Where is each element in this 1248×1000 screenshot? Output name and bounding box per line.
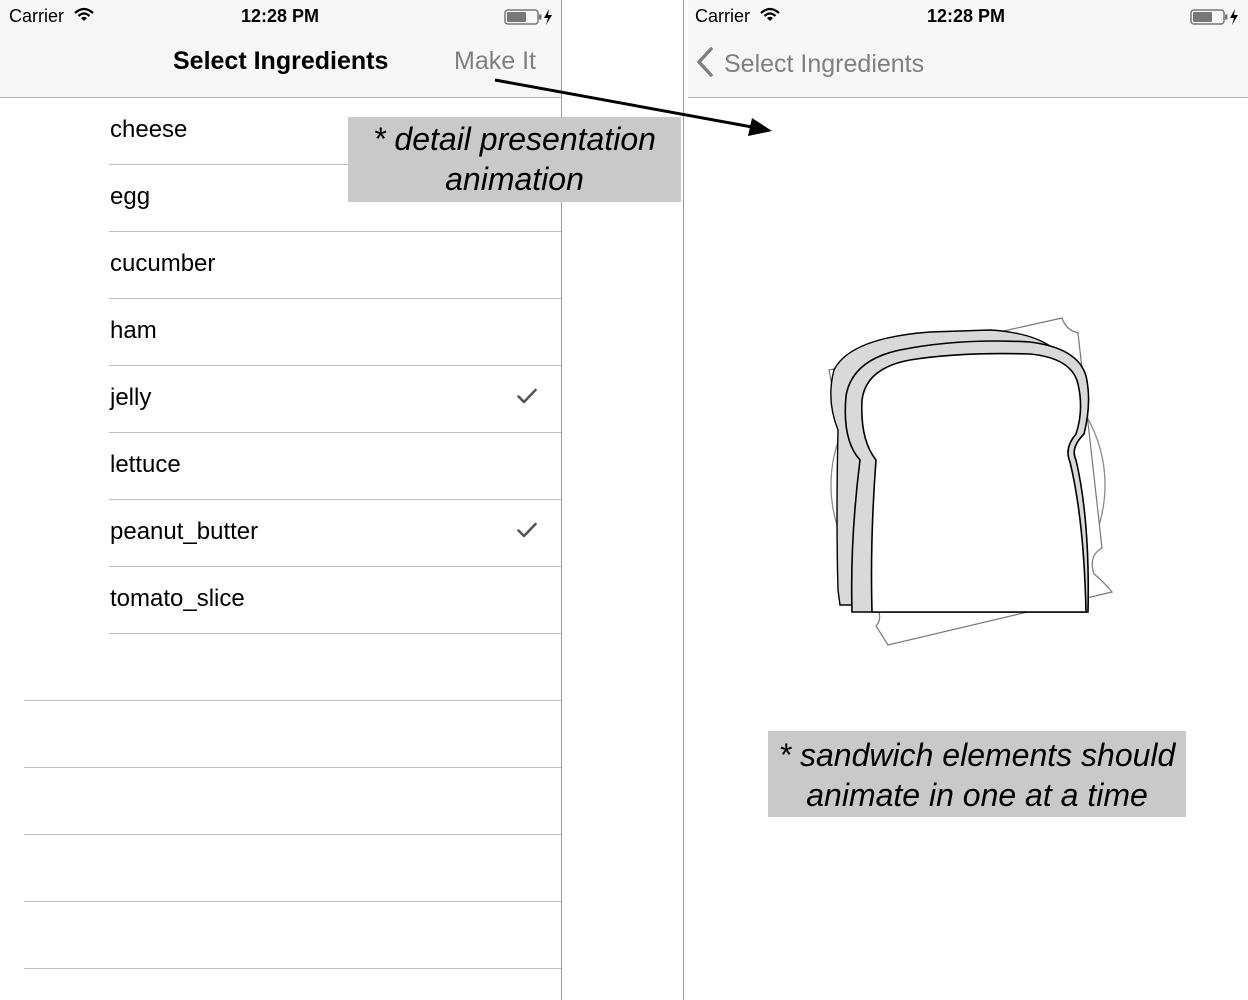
- ingredient-label: cheese: [110, 116, 188, 143]
- navigation-bar: Select Ingredients: [688, 34, 1248, 98]
- bread-front-shape: [860, 352, 1087, 613]
- empty-row: [24, 768, 561, 835]
- empty-row: [24, 701, 561, 768]
- ingredient-row[interactable]: tomato_slice: [109, 567, 561, 634]
- empty-row: [24, 634, 561, 701]
- ingredient-row[interactable]: jelly: [109, 366, 561, 433]
- ingredient-row[interactable]: lettuce: [109, 433, 561, 500]
- status-bar: Carrier 12:28 PM: [0, 0, 561, 34]
- chevron-left-icon: [696, 46, 714, 83]
- wifi-icon: [74, 7, 94, 28]
- ingredient-label: ham: [110, 317, 157, 344]
- status-time: 12:28 PM: [927, 6, 1006, 26]
- screen-divider: [683, 0, 684, 1000]
- ingredient-label: egg: [110, 183, 151, 210]
- checkmark-icon: [517, 522, 537, 543]
- battery-icon: [504, 8, 556, 31]
- status-bar: Carrier 12:28 PM: [688, 0, 1248, 34]
- make-it-button[interactable]: Make It: [454, 47, 536, 76]
- battery-icon: [1190, 8, 1242, 31]
- carrier-label: Carrier: [695, 6, 751, 26]
- empty-row: [24, 835, 561, 902]
- wifi-icon: [760, 7, 780, 28]
- sandwich-animation-note: * sandwich elements should animate in on…: [768, 731, 1186, 817]
- carrier-label: Carrier: [9, 6, 65, 26]
- ingredient-label: lettuce: [110, 451, 181, 478]
- empty-row: [24, 969, 561, 1000]
- ingredient-row[interactable]: cucumber: [109, 232, 561, 299]
- navigation-bar: Select Ingredients Make It: [0, 34, 561, 98]
- nav-title: Select Ingredients: [173, 47, 389, 75]
- ingredient-label: jelly: [110, 384, 152, 411]
- status-time: 12:28 PM: [241, 6, 320, 26]
- ingredient-label: cucumber: [110, 250, 216, 277]
- back-button[interactable]: Select Ingredients: [696, 44, 924, 84]
- ingredient-table: cheese egg cucumber ham jelly lettuce peanut_b…: [0, 98, 561, 1000]
- checkmark-icon: [517, 388, 537, 409]
- sandwich-illustration: [828, 317, 1114, 646]
- ingredient-label: tomato_slice: [110, 585, 245, 612]
- empty-row: [24, 902, 561, 969]
- back-button-label: Select Ingredients: [724, 49, 925, 78]
- ingredient-row[interactable]: ham: [109, 299, 561, 366]
- ingredient-label: peanut_butter: [110, 518, 259, 545]
- ingredient-row[interactable]: peanut_butter: [109, 500, 561, 567]
- detail-presentation-note: * detail presentation animation: [348, 117, 681, 202]
